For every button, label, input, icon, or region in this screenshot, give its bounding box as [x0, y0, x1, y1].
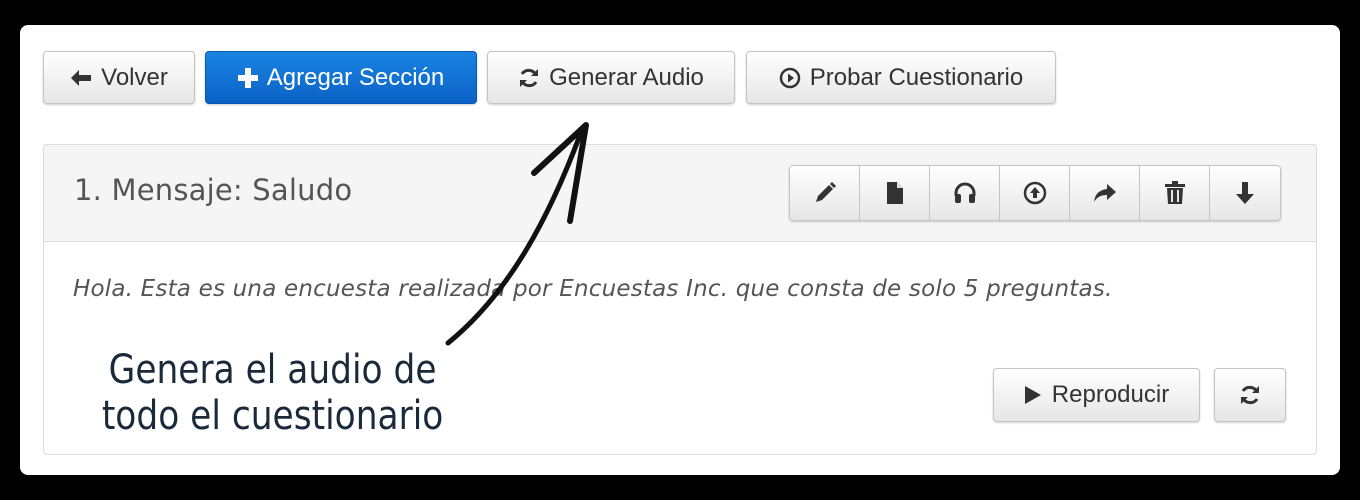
- play-label: Reproducir: [1051, 381, 1170, 408]
- back-label: Volver: [101, 63, 168, 91]
- add-section-label: Agregar Sección: [266, 63, 445, 91]
- upload-circle-icon: [1023, 181, 1046, 205]
- plus-icon: [237, 67, 258, 88]
- pencil-icon: [815, 182, 836, 202]
- headphones-icon: [954, 182, 975, 203]
- refresh-icon: [520, 68, 539, 87]
- annotation-text: Genera el audio de todo el cuestionario: [92, 347, 453, 439]
- generate-audio-button[interactable]: Generar Audio: [487, 51, 735, 104]
- share-button[interactable]: [1070, 166, 1140, 220]
- section-message: Hola. Esta es una encuesta realizada por…: [73, 276, 1113, 302]
- regenerate-button[interactable]: [1214, 368, 1286, 422]
- arrow-down-icon: [1236, 182, 1254, 204]
- move-down-button[interactable]: [1210, 166, 1280, 220]
- annotation-line-2: todo el cuestionario: [101, 393, 444, 439]
- share-icon: [1093, 184, 1116, 202]
- play-button[interactable]: Reproducir: [993, 368, 1200, 422]
- test-questionnaire-label: Probar Cuestionario: [809, 63, 1024, 91]
- play-icon: [1024, 386, 1041, 404]
- arrow-left-icon: [71, 69, 92, 86]
- upload-button[interactable]: [1000, 166, 1070, 220]
- generate-audio-label: Generar Audio: [549, 63, 704, 91]
- trash-icon: [1164, 181, 1185, 204]
- play-circle-icon: [779, 67, 801, 88]
- section-heading: 1. Mensaje: Saludo: [44, 145, 1316, 242]
- document-button[interactable]: [860, 166, 930, 220]
- file-icon: [886, 182, 903, 204]
- annotation-line-1: Genera el audio de: [108, 347, 437, 393]
- test-questionnaire-button[interactable]: Probar Cuestionario: [746, 51, 1056, 104]
- section-actions: [789, 165, 1281, 221]
- audio-button[interactable]: [930, 166, 1000, 220]
- back-button[interactable]: Volver: [43, 51, 195, 104]
- app-window: Volver Agregar Sección Generar Audio Pro…: [20, 25, 1340, 475]
- add-section-button[interactable]: Agregar Sección: [205, 51, 477, 104]
- refresh-icon: [1241, 385, 1259, 405]
- delete-button[interactable]: [1140, 166, 1210, 220]
- section-title: 1. Mensaje: Saludo: [74, 173, 353, 207]
- edit-button[interactable]: [790, 166, 860, 220]
